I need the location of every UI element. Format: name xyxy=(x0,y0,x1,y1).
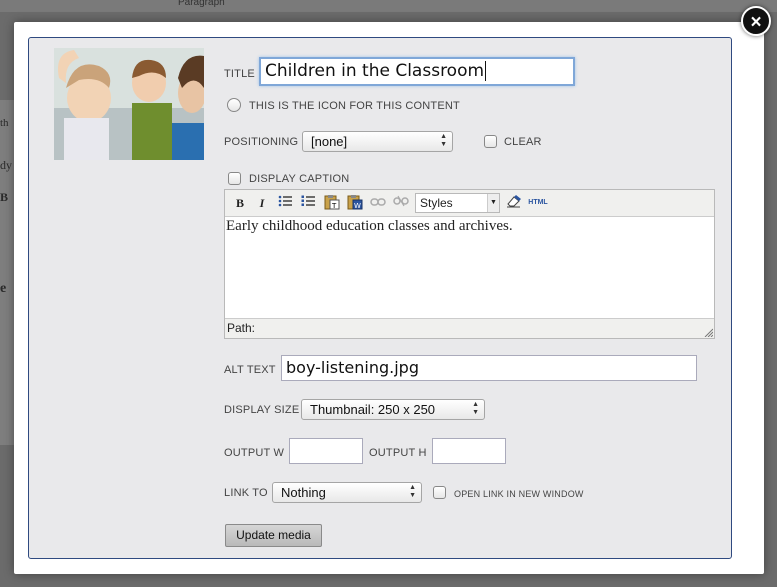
backdrop-fragment-1: th xyxy=(0,117,9,129)
output-h-input[interactable] xyxy=(432,438,506,464)
icon-radio-label: THIS IS THE ICON FOR THIS CONTENT xyxy=(249,100,460,112)
alt-text-value: boy-listening.jpg xyxy=(286,358,419,377)
eraser-icon[interactable] xyxy=(505,194,523,212)
update-media-button[interactable]: Update media xyxy=(225,524,322,547)
positioning-label: POSITIONING xyxy=(224,136,299,148)
backdrop-fragment-2: dy xyxy=(0,158,12,172)
backdrop-fragment-4: e xyxy=(0,281,7,296)
editor-path-label: Path: xyxy=(227,321,256,335)
backdrop-left-strip xyxy=(0,100,14,445)
title-input[interactable]: Children in the Classroom xyxy=(259,57,575,86)
icon-radio[interactable] xyxy=(227,98,241,112)
display-size-value: Thumbnail: 250 x 250 xyxy=(310,402,436,417)
open-new-window-label: OPEN LINK IN NEW WINDOW xyxy=(454,489,584,499)
link-to-select[interactable]: Nothing ▲ ▼ xyxy=(272,482,422,503)
html-source-button[interactable]: HTML xyxy=(526,194,550,212)
backdrop-fragment-3: B xyxy=(0,190,9,204)
title-input-value: Children in the Classroom xyxy=(265,61,485,81)
select-arrows-icon: ▲ ▼ xyxy=(440,133,447,148)
output-w-label: OUTPUT W xyxy=(224,447,285,459)
paste-text-icon[interactable]: T xyxy=(323,194,341,212)
positioning-select[interactable]: [none] ▲ ▼ xyxy=(302,131,453,152)
backdrop-toolbar: Paragraph xyxy=(0,0,777,12)
display-size-select[interactable]: Thumbnail: 250 x 250 ▲ ▼ xyxy=(301,399,485,420)
caption-editor: B I T W Styles ▼ HTML Early childhood ed… xyxy=(224,189,715,339)
media-settings-panel: TITLE Children in the Classroom THIS IS … xyxy=(28,37,732,559)
styles-dropdown-icon: ▼ xyxy=(487,194,499,212)
link-to-label: LINK TO xyxy=(224,487,268,499)
svg-text:T: T xyxy=(331,202,337,210)
bullet-list-icon[interactable] xyxy=(276,194,294,212)
close-button[interactable]: × xyxy=(741,6,771,36)
select-arrows-icon: ▲ ▼ xyxy=(409,484,416,499)
alt-text-input[interactable]: boy-listening.jpg xyxy=(281,355,697,381)
backdrop-format-label: Paragraph xyxy=(178,0,225,8)
svg-text:W: W xyxy=(354,202,361,210)
media-thumbnail xyxy=(54,48,204,160)
positioning-value: [none] xyxy=(311,134,348,149)
select-arrows-icon: ▲ ▼ xyxy=(472,401,479,416)
title-label: TITLE xyxy=(224,68,255,80)
output-h-label: OUTPUT H xyxy=(369,447,427,459)
italic-icon[interactable]: I xyxy=(253,194,271,212)
clear-checkbox[interactable] xyxy=(484,135,497,148)
editor-toolbar: B I T W Styles ▼ HTML xyxy=(225,190,714,217)
output-w-input[interactable] xyxy=(289,438,363,464)
display-caption-label: DISPLAY CAPTION xyxy=(249,173,350,185)
editor-content[interactable]: Early childhood education classes and ar… xyxy=(225,217,714,318)
styles-value: Styles xyxy=(420,196,453,210)
numbered-list-icon[interactable] xyxy=(299,194,317,212)
unlink-icon[interactable] xyxy=(392,194,410,212)
clear-label: CLEAR xyxy=(504,136,542,148)
resize-handle-icon[interactable] xyxy=(703,327,713,337)
open-new-window-checkbox[interactable] xyxy=(433,486,446,499)
link-to-value: Nothing xyxy=(281,485,326,500)
display-caption-checkbox[interactable] xyxy=(228,172,241,185)
display-size-label: DISPLAY SIZE xyxy=(224,404,300,416)
bold-icon[interactable]: B xyxy=(231,194,249,212)
media-modal: TITLE Children in the Classroom THIS IS … xyxy=(14,22,764,574)
alt-text-label: ALT TEXT xyxy=(224,364,276,376)
editor-path: Path: xyxy=(225,318,714,338)
styles-select[interactable]: Styles ▼ xyxy=(415,193,500,213)
link-icon[interactable] xyxy=(369,194,387,212)
paste-word-icon[interactable]: W xyxy=(346,194,364,212)
